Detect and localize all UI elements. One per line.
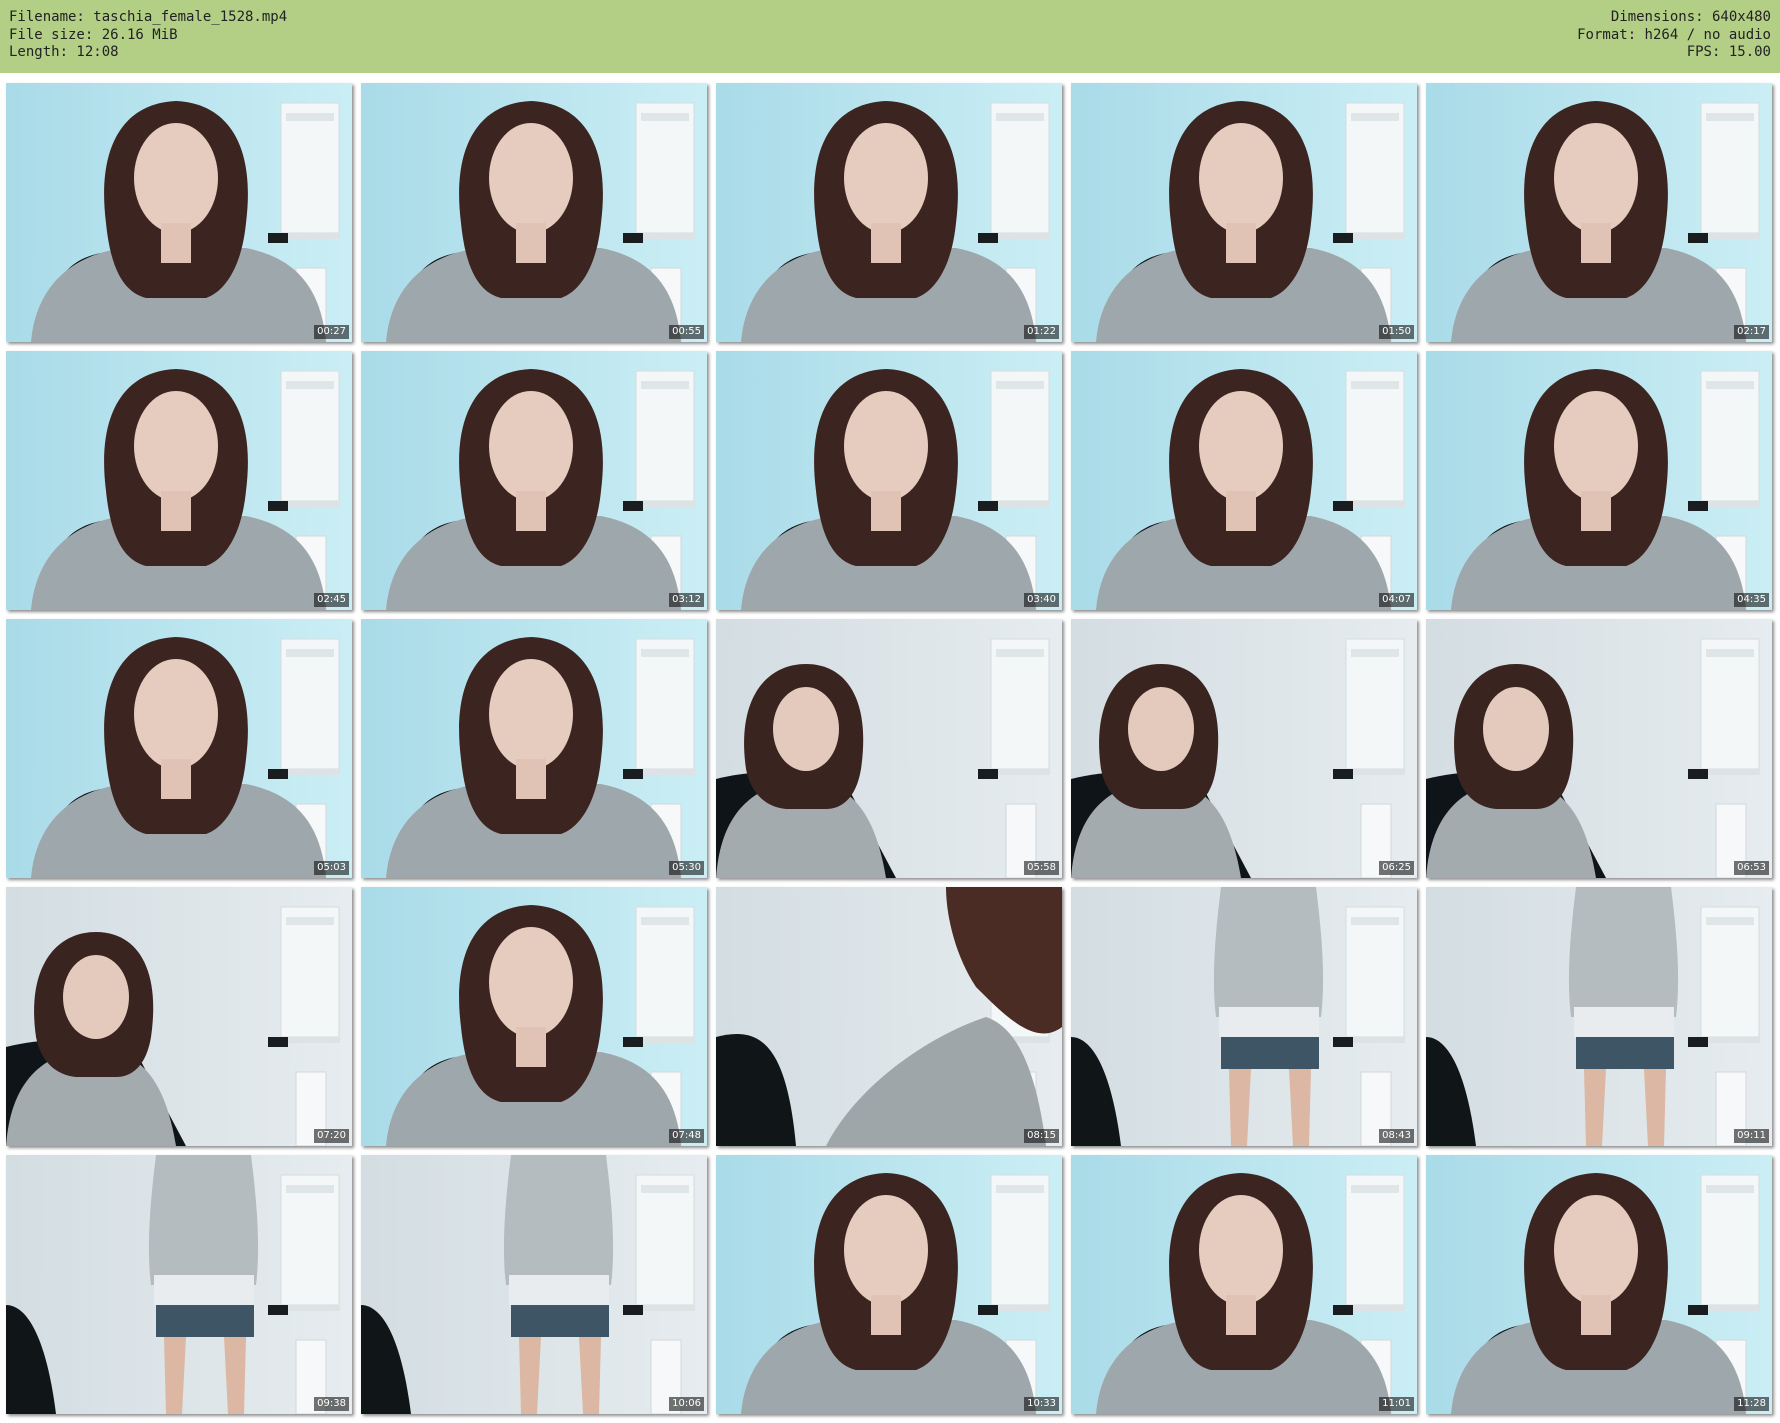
timestamp-label: 04:07 — [1379, 593, 1414, 607]
timestamp-label: 06:53 — [1734, 861, 1769, 875]
stream-info: Dimensions: 640x480 Format: h264 / no au… — [1577, 9, 1771, 62]
timestamp-label: 03:12 — [669, 593, 704, 607]
filename-text: Filename: taschia_female_1528.mp4 — [9, 9, 288, 25]
timestamp-label: 07:20 — [314, 1129, 349, 1143]
timestamp-label: 05:30 — [669, 861, 704, 875]
thumbnail-frame-image — [6, 619, 352, 878]
thumbnail-frame-image — [1426, 83, 1772, 342]
video-thumbnail: 11:01 — [1071, 1155, 1417, 1414]
video-thumbnail: 07:48 — [361, 887, 707, 1146]
info-header: Filename: taschia_female_1528.mp4 File s… — [0, 0, 1780, 73]
timestamp-label: 05:03 — [314, 861, 349, 875]
thumbnail-frame-image — [361, 1155, 707, 1414]
file-info: Filename: taschia_female_1528.mp4 File s… — [9, 9, 287, 62]
thumbnail-frame-image — [716, 619, 1062, 878]
thumbnail-frame-image — [361, 887, 707, 1146]
timestamp-label: 03:40 — [1024, 593, 1059, 607]
video-thumbnail: 06:53 — [1426, 619, 1772, 878]
video-thumbnail: 01:50 — [1071, 83, 1417, 342]
thumbnail-frame-image — [1071, 351, 1417, 610]
timestamp-label: 10:06 — [669, 1397, 704, 1411]
timestamp-label: 11:01 — [1379, 1397, 1414, 1411]
video-thumbnail: 00:55 — [361, 83, 707, 342]
thumbnail-frame-image — [1071, 1155, 1417, 1414]
video-thumbnail: 02:45 — [6, 351, 352, 610]
timestamp-label: 02:17 — [1734, 325, 1769, 339]
thumbnail-frame-image — [6, 83, 352, 342]
dimensions-text: Dimensions: 640x480 — [1610, 9, 1771, 25]
thumbnail-grid: 00:27 00:55 01:22 01:50 02:17 02:45 03:1… — [6, 83, 1772, 1414]
timestamp-label: 11:28 — [1734, 1397, 1769, 1411]
thumbnail-frame-image — [1071, 83, 1417, 342]
video-thumbnail: 07:20 — [6, 887, 352, 1146]
timestamp-label: 10:33 — [1024, 1397, 1059, 1411]
timestamp-label: 08:43 — [1379, 1129, 1414, 1143]
timestamp-label: 06:25 — [1379, 861, 1414, 875]
filesize-text: File size: 26.16 MiB — [9, 26, 178, 43]
timestamp-label: 09:11 — [1734, 1129, 1769, 1143]
thumbnail-frame-image — [1071, 619, 1417, 878]
video-thumbnail: 08:15 — [716, 887, 1062, 1146]
video-thumbnail: 06:25 — [1071, 619, 1417, 878]
length-text: Length: 12:08 — [9, 44, 119, 60]
format-text: Format: h264 / no audio — [1577, 26, 1771, 43]
thumbnail-frame-image — [716, 887, 1062, 1146]
video-thumbnail: 09:11 — [1426, 887, 1772, 1146]
video-thumbnail: 08:43 — [1071, 887, 1417, 1146]
video-thumbnail: 04:07 — [1071, 351, 1417, 610]
thumbnail-frame-image — [1071, 887, 1417, 1146]
video-thumbnail: 04:35 — [1426, 351, 1772, 610]
thumbnail-frame-image — [716, 1155, 1062, 1414]
thumbnail-frame-image — [6, 1155, 352, 1414]
timestamp-label: 07:48 — [669, 1129, 704, 1143]
video-thumbnail: 03:40 — [716, 351, 1062, 610]
thumbnail-frame-image — [1426, 887, 1772, 1146]
video-thumbnail: 00:27 — [6, 83, 352, 342]
video-thumbnail: 01:22 — [716, 83, 1062, 342]
video-thumbnail: 11:28 — [1426, 1155, 1772, 1414]
timestamp-label: 01:22 — [1024, 325, 1059, 339]
thumbnail-frame-image — [361, 83, 707, 342]
timestamp-label: 09:38 — [314, 1397, 349, 1411]
video-thumbnail: 05:30 — [361, 619, 707, 878]
timestamp-label: 05:58 — [1024, 861, 1059, 875]
thumbnail-frame-image — [716, 351, 1062, 610]
thumbnail-frame-image — [6, 351, 352, 610]
timestamp-label: 02:45 — [314, 593, 349, 607]
timestamp-label: 04:35 — [1734, 593, 1769, 607]
video-thumbnail: 10:33 — [716, 1155, 1062, 1414]
video-thumbnail: 05:03 — [6, 619, 352, 878]
fps-text: FPS: 15.00 — [1686, 44, 1771, 60]
timestamp-label: 01:50 — [1379, 325, 1414, 339]
video-thumbnail: 03:12 — [361, 351, 707, 610]
thumbnail-frame-image — [1426, 351, 1772, 610]
thumbnail-frame-image — [361, 351, 707, 610]
video-thumbnail: 02:17 — [1426, 83, 1772, 342]
thumbnail-frame-image — [1426, 619, 1772, 878]
thumbnail-frame-image — [716, 83, 1062, 342]
timestamp-label: 08:15 — [1024, 1129, 1059, 1143]
thumbnail-frame-image — [361, 619, 707, 878]
video-thumbnail: 09:38 — [6, 1155, 352, 1414]
timestamp-label: 00:55 — [669, 325, 704, 339]
thumbnail-frame-image — [1426, 1155, 1772, 1414]
timestamp-label: 00:27 — [314, 325, 349, 339]
video-thumbnail: 10:06 — [361, 1155, 707, 1414]
video-thumbnail: 05:58 — [716, 619, 1062, 878]
thumbnail-frame-image — [6, 887, 352, 1146]
